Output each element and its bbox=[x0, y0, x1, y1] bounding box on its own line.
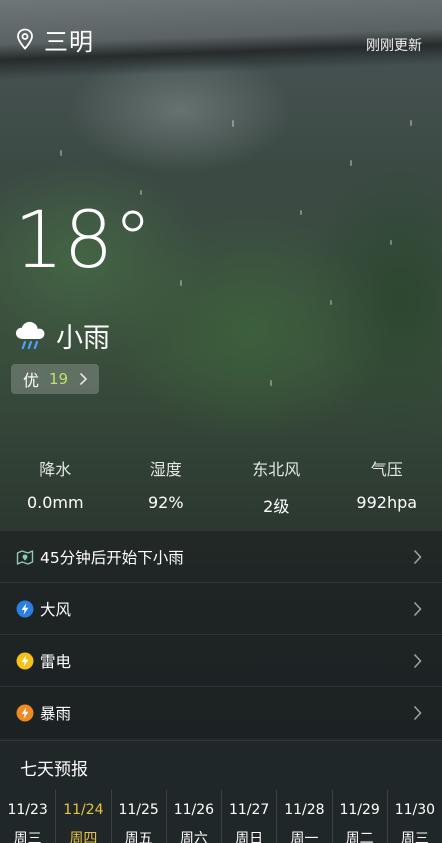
city-name[interactable]: 三明 bbox=[44, 22, 94, 57]
forecast-date: 11/27 bbox=[228, 802, 270, 818]
location-pin-icon[interactable] bbox=[16, 28, 34, 50]
chevron-right-icon bbox=[413, 653, 422, 669]
alert-row-rain-forecast[interactable]: 45分钟后开始下小雨 bbox=[0, 530, 442, 582]
chevron-right-icon bbox=[413, 549, 422, 565]
weather-condition: 小雨 bbox=[56, 323, 110, 354]
rain-map-icon bbox=[16, 549, 34, 565]
alert-text: 雷电 bbox=[40, 652, 72, 671]
aqi-level: 优 bbox=[23, 371, 40, 390]
stat-value: 2级 bbox=[263, 497, 290, 516]
alert-text: 45分钟后开始下小雨 bbox=[40, 548, 184, 567]
seven-day-forecast-title: 七天预报 bbox=[0, 740, 442, 790]
alert-text: 大风 bbox=[40, 600, 72, 619]
weather-stats: 降水 0.0mm 湿度 92% 东北风 2级 气压 992hpa bbox=[0, 456, 442, 517]
wind-bolt-icon bbox=[16, 600, 34, 617]
stat-label: 降水 bbox=[39, 460, 72, 479]
forecast-date: 11/23 bbox=[7, 802, 48, 818]
alert-row-rainstorm[interactable]: 暴雨 bbox=[0, 686, 442, 738]
stat-value: 0.0mm bbox=[26, 493, 84, 512]
forecast-weekday: 周三 bbox=[13, 831, 42, 843]
thunder-bolt-icon bbox=[16, 652, 34, 669]
chevron-right-icon bbox=[413, 601, 422, 617]
forecast-weekday: 周四 bbox=[69, 831, 98, 843]
forecast-date: 11/25 bbox=[118, 802, 159, 818]
cloud-rain-icon bbox=[16, 321, 45, 350]
stat-pressure: 气压 992hpa bbox=[332, 456, 442, 517]
app-header: 三明 刚刚更新 bbox=[0, 0, 442, 76]
forecast-day[interactable]: 11/23 周三 bbox=[0, 790, 55, 843]
aqi-value: 19 bbox=[49, 370, 69, 388]
forecast-date: 11/30 bbox=[394, 802, 436, 818]
forecast-day-selected[interactable]: 11/24 周四 bbox=[55, 790, 110, 843]
forecast-day[interactable]: 11/30 周三 bbox=[386, 790, 442, 843]
forecast-date: 11/29 bbox=[339, 802, 380, 818]
forecast-date: 11/28 bbox=[284, 802, 325, 818]
forecast-weekday: 周六 bbox=[179, 831, 208, 843]
stat-label: 气压 bbox=[370, 460, 403, 479]
forecast-day[interactable]: 11/27 周日 bbox=[221, 790, 276, 843]
forecast-day[interactable]: 11/28 周一 bbox=[276, 790, 331, 843]
chevron-right-icon bbox=[413, 705, 422, 721]
forecast-weekday: 周二 bbox=[345, 831, 374, 843]
forecast-day[interactable]: 11/29 周二 bbox=[331, 790, 387, 843]
forecast-date: 11/24 bbox=[63, 802, 104, 818]
alert-row-thunder[interactable]: 雷电 bbox=[0, 634, 442, 686]
forecast-weekday: 周一 bbox=[290, 831, 319, 843]
stat-value: 92% bbox=[147, 493, 184, 512]
forecast-weekday: 周五 bbox=[124, 831, 153, 843]
alert-row-strong-wind[interactable]: 大风 bbox=[0, 582, 442, 634]
forecast-day[interactable]: 11/25 周五 bbox=[110, 790, 166, 843]
stat-label: 湿度 bbox=[149, 460, 182, 479]
aqi-badge[interactable]: 优 19 bbox=[11, 364, 99, 394]
stat-wind: 东北风 2级 bbox=[221, 456, 332, 517]
alert-text: 暴雨 bbox=[40, 704, 72, 723]
stat-humidity: 湿度 92% bbox=[111, 456, 222, 517]
forecast-days: 11/23 周三 11/24 周四 11/25 周五 11/26 周六 11/2… bbox=[0, 790, 442, 843]
stat-value: 992hpa bbox=[356, 493, 418, 512]
stat-precipitation: 降水 0.0mm bbox=[0, 456, 111, 517]
forecast-date: 11/26 bbox=[173, 802, 215, 818]
chevron-right-icon bbox=[79, 372, 88, 386]
update-status: 刚刚更新 bbox=[366, 38, 422, 54]
forecast-day[interactable]: 11/26 周六 bbox=[165, 790, 221, 843]
forecast-weekday: 周日 bbox=[235, 831, 264, 843]
current-temperature: 18° bbox=[14, 196, 153, 286]
storm-bolt-icon bbox=[16, 704, 34, 721]
stat-label: 东北风 bbox=[252, 460, 301, 479]
forecast-weekday: 周三 bbox=[400, 831, 429, 843]
